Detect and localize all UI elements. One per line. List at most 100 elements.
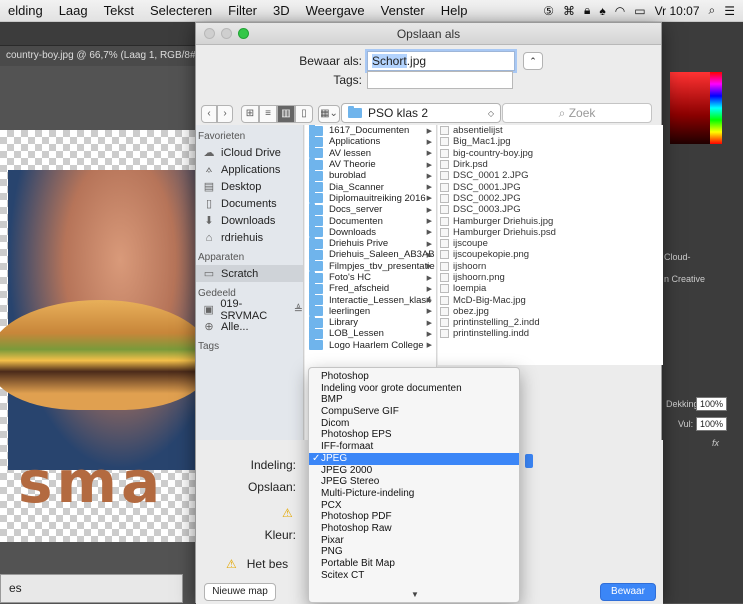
folder-item[interactable]: Driehuis Prive ▶ <box>305 236 436 249</box>
format-option[interactable]: Photoshop <box>309 371 519 383</box>
folder-item[interactable]: Driehuis_Saleen_AB3AB ▶ <box>305 247 436 260</box>
eject-icon[interactable]: ≜ <box>294 303 303 316</box>
save-as-input[interactable]: Schort.jpg <box>367 51 515 71</box>
folder-item[interactable]: Dia_Scanner ▶ <box>305 180 436 193</box>
file-item[interactable]: Hamburger Driehuis.psd <box>438 227 663 238</box>
format-option[interactable]: Multi-Picture-indeling <box>309 488 519 500</box>
file-item[interactable]: DSC_0002.JPG <box>438 193 663 204</box>
menu-item-help-prev[interactable]: elding <box>0 3 51 18</box>
sidebar-item-documents[interactable]: ▯ Documents <box>196 195 303 212</box>
menu-item-help[interactable]: Help <box>433 3 476 18</box>
bluetooth-icon[interactable]: ⌘ <box>563 4 575 18</box>
file-item[interactable]: big-country-boy.jpg <box>438 148 663 159</box>
lock-icon[interactable]: 🔒︎ <box>584 3 590 18</box>
format-option[interactable]: Photoshop PDF <box>309 511 519 523</box>
format-option[interactable]: CompuServe GIF <box>309 406 519 418</box>
folder-item[interactable]: Library ▶ <box>305 315 436 328</box>
list-icon[interactable]: ☰ <box>724 4 735 18</box>
save-button[interactable]: Bewaar <box>600 583 656 601</box>
search-icon[interactable]: ⌕ <box>709 3 716 18</box>
file-item[interactable]: DSC_0001.JPG <box>438 181 663 193</box>
menu-item-tekst[interactable]: Tekst <box>96 3 142 18</box>
app-icon[interactable]: ♠ <box>599 4 605 18</box>
path-popup[interactable]: PSO klas 2 ◇ <box>341 103 501 123</box>
folder-item[interactable]: Documenten ▶ <box>305 214 436 227</box>
folder-item[interactable]: 1617_Documenten ▶ <box>305 125 436 136</box>
forward-button[interactable]: › <box>217 105 233 123</box>
new-folder-button[interactable]: Nieuwe map <box>204 583 276 601</box>
file-item[interactable]: absentielijst <box>438 125 663 136</box>
format-option[interactable]: Dicom <box>309 418 519 430</box>
file-item[interactable]: printinstelling_2.indd <box>438 317 663 328</box>
folder-column[interactable]: 1617_Documenten ▶ Applications ▶ AV lessen ▶ A… <box>305 125 437 385</box>
battery-icon[interactable]: ▭ <box>634 4 645 18</box>
menu-item-venster[interactable]: Venster <box>373 3 433 18</box>
folder-item[interactable]: AV Theorie ▶ <box>305 157 436 170</box>
folder-item[interactable]: Foto's HC ▶ <box>305 270 436 283</box>
format-option[interactable]: Portable Bit Map <box>309 558 519 570</box>
file-item[interactable]: Hamburger Driehuis.jpg <box>438 215 663 227</box>
hue-slider[interactable] <box>710 72 722 144</box>
fx-icon[interactable]: fx <box>712 438 719 448</box>
icon-view-button[interactable]: ⊞ <box>241 105 259 123</box>
back-button[interactable]: ‹ <box>201 105 217 123</box>
file-item[interactable]: McD-Big-Mac.jpg <box>438 294 663 306</box>
format-option[interactable]: Photoshop Raw <box>309 523 519 535</box>
format-option[interactable]: JPEG 2000 <box>309 465 519 477</box>
format-option[interactable]: PCX <box>309 500 519 512</box>
file-item[interactable]: Dirk.psd <box>438 159 663 170</box>
format-dropdown[interactable]: Photoshop Indeling voor grote documenten B… <box>308 367 520 603</box>
format-option[interactable]: Scitex CT <box>309 570 519 582</box>
file-item[interactable]: ijscoupe <box>438 238 663 249</box>
format-option[interactable]: Photoshop EPS <box>309 429 519 441</box>
folder-item[interactable]: Interactie_Lessen_klas4 ▶ <box>305 293 436 306</box>
format-option[interactable]: BMP <box>309 394 519 406</box>
document-tab[interactable]: country-boy.jpg @ 66,7% (Laag 1, RGB/8#)… <box>0 46 195 66</box>
document-canvas[interactable]: sma <box>0 130 195 542</box>
folder-item[interactable]: LOB_Lessen ▶ <box>305 326 436 339</box>
folder-item[interactable]: Fred_afscheid ▶ <box>305 281 436 294</box>
sidebar-item-server[interactable]: ▣ 019-SRVMAC ≜ <box>196 298 303 322</box>
expand-button[interactable]: ⌃ <box>523 52 543 70</box>
format-option[interactable]: Indeling voor grote documenten <box>309 383 519 395</box>
scroll-down-icon[interactable]: ▼ <box>309 590 519 602</box>
file-item[interactable]: printinstelling.indd <box>438 328 663 339</box>
adobe-icon[interactable]: ⑤ <box>543 4 554 18</box>
sidebar-item-desktop[interactable]: ▤ Desktop <box>196 178 303 195</box>
folder-item[interactable]: Downloads ▶ <box>305 225 436 238</box>
format-option-selected[interactable]: ✓ JPEG <box>309 452 519 465</box>
list-view-button[interactable]: ≡ <box>259 105 277 123</box>
folder-item[interactable]: Docs_server ▶ <box>305 202 436 215</box>
sidebar-item-downloads[interactable]: ⬇ Downloads <box>196 212 303 229</box>
search-input[interactable]: ⌕ Zoek <box>502 103 652 123</box>
menu-item-weergave[interactable]: Weergave <box>298 3 373 18</box>
sidebar-item-icloud[interactable]: ☁ iCloud Drive <box>196 144 303 161</box>
menu-item-3d[interactable]: 3D <box>265 3 298 18</box>
file-item[interactable]: ijscoupekopie.png <box>438 249 663 260</box>
file-item[interactable]: Big_Mac1.jpg <box>438 136 663 147</box>
folder-item[interactable]: AV lessen ▶ <box>305 146 436 159</box>
format-popup-arrow[interactable] <box>525 454 533 468</box>
format-option[interactable]: JPEG Stereo <box>309 476 519 488</box>
file-item[interactable]: ijshoorn <box>438 261 663 272</box>
tags-input[interactable] <box>367 71 513 89</box>
vul-field[interactable]: 100% <box>696 417 728 431</box>
sidebar-item-home[interactable]: ⌂ rdriehuis <box>196 229 303 246</box>
folder-item[interactable]: Diplomauitreiking 2016 ▶ <box>305 191 436 204</box>
file-column[interactable]: absentielijst Big_Mac1.jpg big-country-boy… <box>438 125 663 365</box>
column-view-button[interactable]: ▥ <box>277 105 295 123</box>
wifi-icon[interactable]: ◠ <box>615 4 625 18</box>
file-item[interactable]: ijshoorn.png <box>438 272 663 283</box>
format-option[interactable]: PNG <box>309 546 519 558</box>
menu-item-selecteren[interactable]: Selecteren <box>142 3 220 18</box>
file-item[interactable]: DSC_0001 2.JPG <box>438 170 663 181</box>
sidebar-item-applications[interactable]: ⟑ Applications <box>196 161 303 178</box>
menu-item-filter[interactable]: Filter <box>220 3 265 18</box>
folder-item[interactable]: leerlingen ▶ <box>305 304 436 317</box>
menu-item-laag[interactable]: Laag <box>51 3 96 18</box>
folder-item[interactable]: Logo Haarlem College ▶ <box>305 338 436 351</box>
format-option[interactable]: IFF-formaat <box>309 441 519 453</box>
sidebar-item-scratch[interactable]: ▭ Scratch <box>196 265 303 282</box>
folder-item[interactable]: buroblad ▶ <box>305 168 436 181</box>
format-option[interactable]: Pixar <box>309 535 519 547</box>
